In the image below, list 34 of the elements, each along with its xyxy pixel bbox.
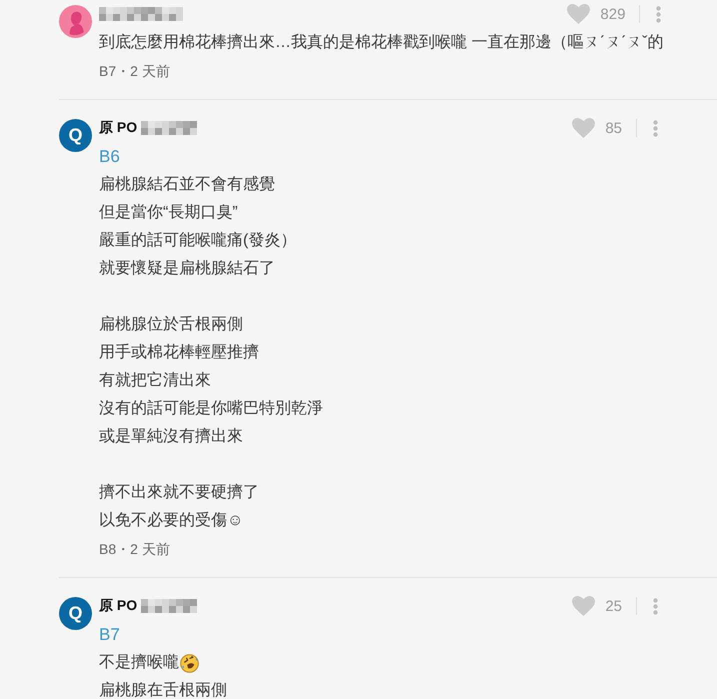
kebab-menu-icon <box>653 120 658 136</box>
comment-text-line: 有就把它清出來 <box>99 371 211 391</box>
kebab-menu-icon <box>656 6 662 22</box>
more-options-button[interactable] <box>654 6 664 22</box>
post-meta: B7・2 天前 <box>99 62 170 81</box>
comment-text-line: 到底怎麼用棉花棒擠出來…我真的是棉花棒戳到喉嚨 一直在那邊（嘔ㄡˊㄡˊㄡˇ的 <box>99 33 664 53</box>
author-name: 原 PO <box>99 597 138 615</box>
letter-avatar: Q <box>59 119 92 152</box>
heart-icon <box>572 596 596 616</box>
comment-text-line: 嚴重的話可能喉嚨痛(發炎） <box>99 231 296 251</box>
comment-text-line: 就要懷疑是扁桃腺結石了 <box>99 259 275 279</box>
comment-text-line: 沒有的話可能是你嘴巴特別乾淨 <box>99 399 323 419</box>
comment-text-line: 扁桃腺位於舌根兩側 <box>99 315 243 335</box>
comment-text-line: 但是當你“長期口臭” <box>99 203 238 223</box>
like-button[interactable]: 85 <box>572 118 622 138</box>
post-meta: B8・2 天前 <box>99 540 170 559</box>
more-options-button[interactable] <box>651 598 660 614</box>
kebab-menu-icon <box>653 598 658 614</box>
comment-text-line: 扁桃腺結石並不會有感覺 <box>99 175 275 195</box>
comment-text-line: 扁桃腺在舌根兩側 <box>99 681 227 699</box>
letter-avatar: Q <box>59 597 92 630</box>
floor-reference-link[interactable]: B6 <box>99 147 120 167</box>
floor-reference-link[interactable]: B7 <box>99 625 120 645</box>
comment-text-line: 擠不出來就不要硬擠了 <box>99 483 259 503</box>
comment-text-line: 以免不必要的受傷☺ <box>99 511 244 531</box>
like-button[interactable]: 25 <box>572 596 622 616</box>
comment-text-line: 用手或棉花棒輕壓推擠 <box>99 343 259 363</box>
comment-text-line: 或是單純沒有擠出來 <box>99 427 243 447</box>
heart-icon <box>572 118 596 138</box>
heart-icon <box>567 4 590 24</box>
more-options-button[interactable] <box>651 120 660 136</box>
comment-text-line: 不是擠喉嚨 <box>99 653 179 673</box>
author-name: 原 PO <box>99 119 138 137</box>
like-button[interactable]: 829 <box>567 4 626 24</box>
